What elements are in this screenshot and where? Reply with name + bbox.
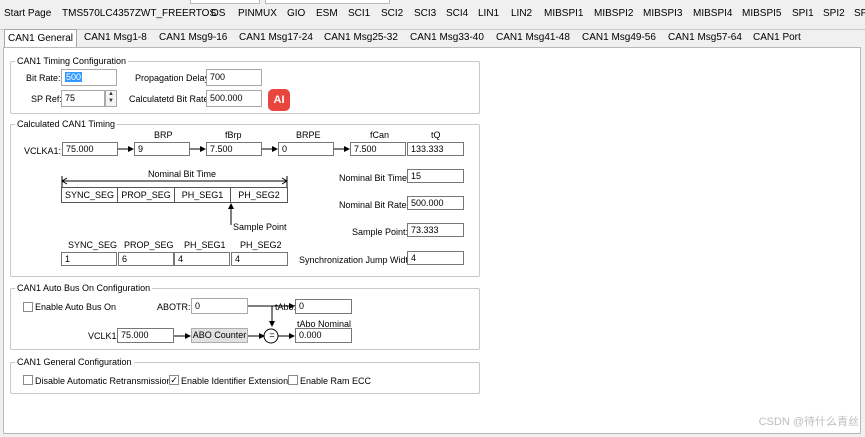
- equals-circle: [263, 328, 279, 344]
- diagram-lines: [61, 146, 350, 344]
- watermark: CSDN @待什么青丝: [758, 416, 859, 428]
